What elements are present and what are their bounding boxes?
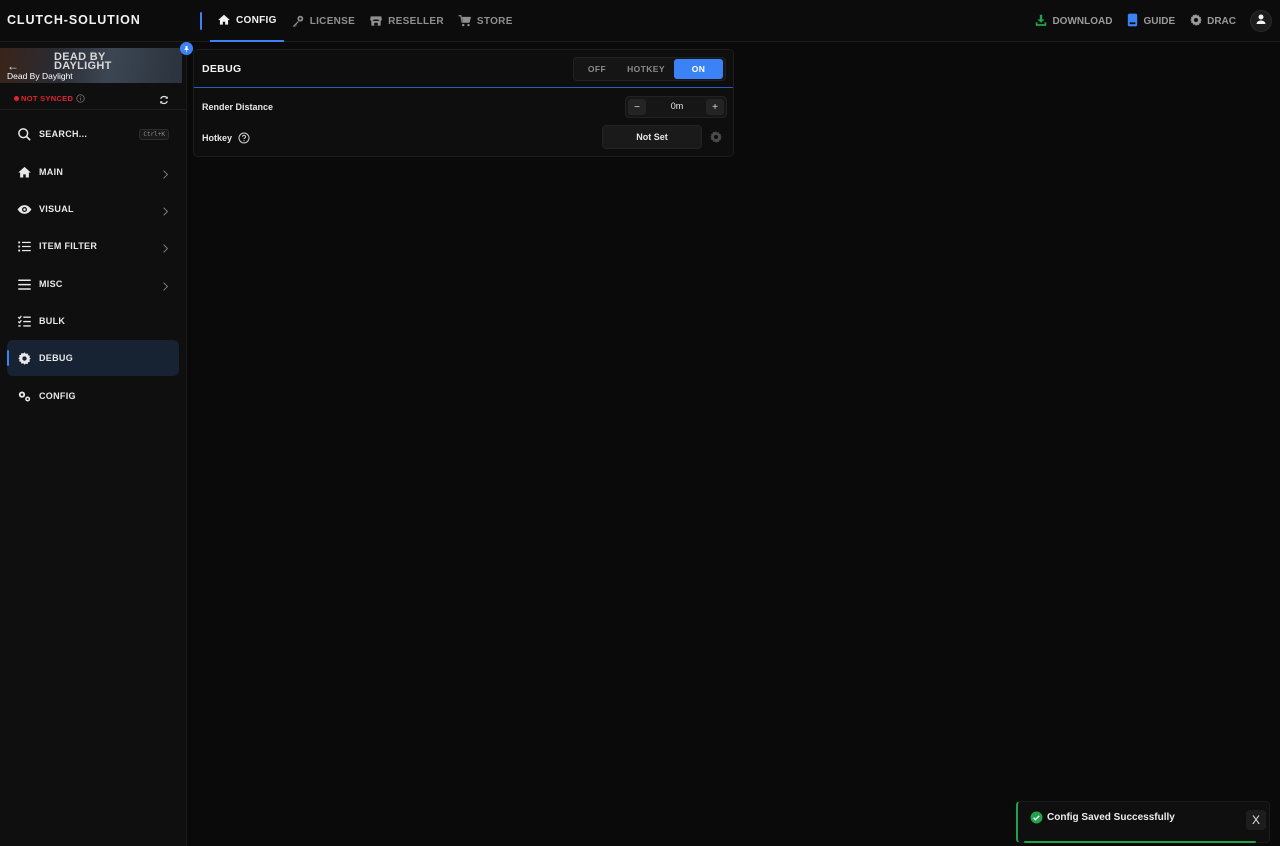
download-button[interactable]: DOWNLOAD [1034, 13, 1112, 30]
sidebar-item-main[interactable]: MAIN [7, 154, 179, 190]
chevron-right-icon [162, 203, 169, 221]
user-name: DRAC [1207, 15, 1236, 27]
nav-license[interactable]: LICENSE [284, 0, 362, 42]
panel-title: DEBUG [202, 63, 242, 75]
sidebar-item-config[interactable]: CONFIG [7, 378, 179, 414]
sync-status-dot [14, 95, 19, 101]
gear-icon[interactable] [709, 130, 723, 144]
sidebar-item-label: DEBUG [39, 353, 74, 363]
top-right-actions: DOWNLOAD GUIDE DRAC [1034, 0, 1272, 42]
render-distance-stepper: − 0m + [625, 96, 727, 118]
sidebar-item-label: MISC [39, 279, 63, 289]
sidebar-item-label: BULK [39, 316, 66, 326]
help-icon[interactable] [238, 131, 250, 144]
mode-hotkey-button[interactable]: HOTKEY [618, 59, 674, 79]
guide-button[interactable]: GUIDE [1126, 13, 1175, 30]
top-bar: CLUTCH-SOLUTION CONFIG LICENSE RESELLER … [0, 0, 1280, 42]
search-icon [17, 127, 32, 142]
game-banner[interactable]: DEAD BY DAYLIGHT ← Dead By Daylight [0, 48, 182, 83]
toast-notification: Config Saved Successfully X [1016, 801, 1270, 843]
mode-toggle-group: OFF HOTKEY ON [573, 57, 726, 81]
nav-reseller-label: RESELLER [388, 15, 444, 27]
debug-panel: DEBUG OFF HOTKEY ON Render Distance − 0m… [193, 49, 734, 157]
render-distance-label: Render Distance [202, 102, 274, 112]
guide-label: GUIDE [1143, 15, 1176, 27]
gear-icon [1189, 13, 1203, 30]
sidebar-item-misc[interactable]: MISC [7, 266, 179, 302]
book-icon [1126, 13, 1139, 30]
info-icon[interactable] [76, 93, 85, 103]
cart-icon [458, 14, 472, 28]
nav-config[interactable]: CONFIG [210, 0, 284, 42]
mode-off-button[interactable]: OFF [576, 59, 618, 79]
sidebar-divider [0, 109, 187, 110]
eye-icon [17, 202, 32, 217]
sidebar-search[interactable]: SEARCH... Ctrl+K [7, 116, 179, 152]
gears-icon [17, 389, 32, 404]
hotkey-label: Hotkey [202, 133, 233, 143]
sidebar-item-label: VISUAL [39, 204, 74, 214]
store-icon [369, 14, 383, 28]
home-icon [17, 165, 32, 180]
nav-store-label: STORE [476, 15, 513, 27]
list-icon [17, 239, 32, 254]
brand-logo: CLUTCH-SOLUTION [7, 13, 141, 27]
increment-button[interactable]: + [706, 99, 724, 115]
toast-progress-bar [1024, 841, 1256, 843]
nav-config-label: CONFIG [236, 14, 277, 26]
render-distance-value[interactable]: 0m [648, 101, 706, 111]
avatar[interactable] [1250, 10, 1272, 32]
search-shortcut: Ctrl+K [139, 129, 169, 140]
toast-message: Config Saved Successfully [1047, 812, 1175, 823]
download-label: DOWNLOAD [1052, 15, 1113, 27]
toast-close-button[interactable]: X [1246, 810, 1266, 830]
nav-reseller[interactable]: RESELLER [362, 0, 451, 42]
top-nav: CONFIG LICENSE RESELLER STORE [210, 0, 520, 42]
home-icon [217, 13, 231, 27]
sidebar-item-debug[interactable]: DEBUG [7, 340, 179, 376]
panel-header: DEBUG OFF HOTKEY ON [194, 50, 733, 88]
nav-store[interactable]: STORE [451, 0, 520, 42]
refresh-icon[interactable] [159, 92, 169, 110]
download-icon [1034, 13, 1048, 30]
sidebar-item-label: CONFIG [39, 391, 76, 401]
mode-on-button[interactable]: ON [674, 59, 723, 79]
user-icon [1255, 12, 1267, 30]
check-circle-icon [1030, 811, 1043, 824]
sidebar-item-label: MAIN [39, 167, 64, 177]
chevron-right-icon [162, 240, 169, 258]
search-label: SEARCH... [39, 129, 88, 139]
game-banner-art: DEAD BY DAYLIGHT [54, 51, 112, 72]
user-settings-button[interactable]: DRAC [1189, 13, 1236, 30]
sync-status: NOT SYNCED [21, 93, 74, 103]
sidebar: DEAD BY DAYLIGHT ← Dead By Daylight NOT … [0, 42, 193, 846]
sidebar-item-bulk[interactable]: BULK [7, 303, 179, 339]
sidebar-item-item-filter[interactable]: ITEM FILTER [7, 228, 179, 264]
gear-icon [17, 351, 32, 366]
hotkey-bind-button[interactable]: Not Set [602, 125, 702, 149]
sidebar-item-visual[interactable]: VISUAL [7, 191, 179, 227]
game-name: Dead By Daylight [7, 71, 73, 81]
sync-status-row: NOT SYNCED [14, 92, 169, 105]
menu-icon [17, 277, 32, 292]
nav-divider [200, 12, 202, 30]
chevron-right-icon [162, 166, 169, 184]
decrement-button[interactable]: − [628, 99, 646, 115]
key-icon [291, 14, 305, 28]
sidebar-item-label: ITEM FILTER [39, 241, 98, 251]
pin-icon[interactable] [180, 42, 193, 55]
chevron-right-icon [162, 278, 169, 296]
nav-license-label: LICENSE [309, 15, 356, 27]
checklist-icon [17, 314, 32, 329]
